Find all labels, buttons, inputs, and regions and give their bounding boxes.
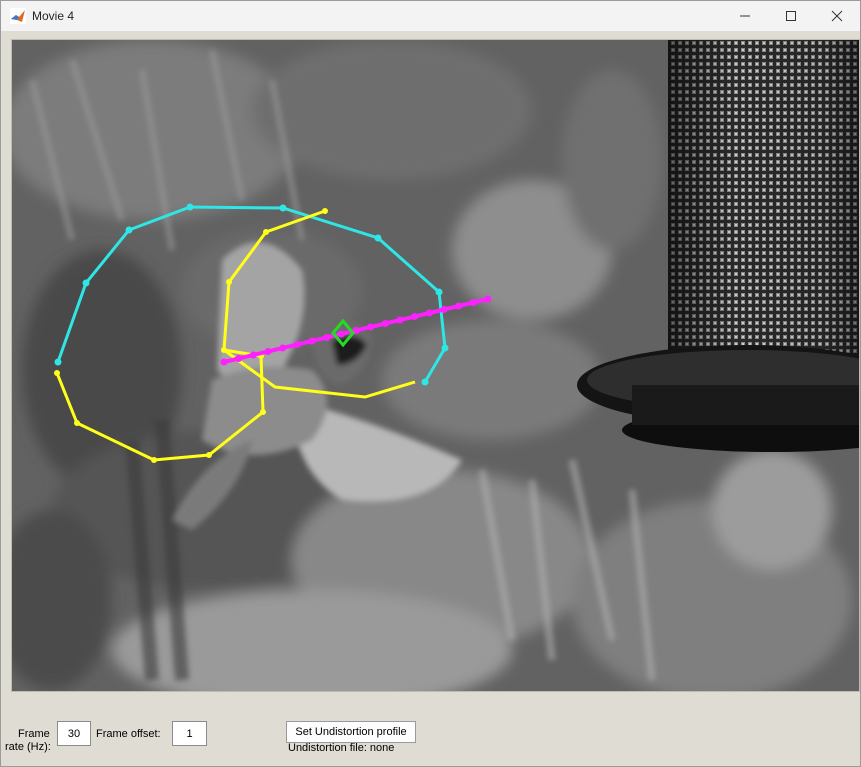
magenta-track-point [279,344,287,352]
yellow-track-point [74,420,80,426]
cyan-track-point [279,204,287,212]
close-button[interactable] [814,1,860,31]
cyan-track-point [441,344,449,352]
yellow-track-point [322,208,328,214]
magenta-track-point [235,355,243,362]
magenta-track-point [469,299,477,306]
minimize-icon [740,15,750,17]
set-undistortion-button[interactable]: Set Undistortion profile [286,721,416,743]
magenta-track-point [323,334,331,341]
magenta-track-point [308,337,316,345]
magenta-track-point [484,295,492,303]
maximize-icon [786,11,796,21]
frame-rate-label-2: rate (Hz): [5,741,51,753]
magenta-track-point [249,351,257,359]
cyan-track-point [421,378,429,386]
movie-window: Movie 4 Frame rate (Hz): 30 Frame offset… [0,0,861,767]
yellow-track-point [151,457,157,463]
yellow-track-point [263,229,269,235]
magenta-track-point [337,330,345,338]
maximize-button[interactable] [768,1,814,31]
window-title: Movie 4 [32,9,75,23]
cyan-track-point [186,203,194,211]
frame-rate-label-1: Frame [18,728,50,740]
cyan-track-point [54,358,62,366]
video-frame-axes[interactable] [11,39,860,692]
frame-offset-label: Frame offset: [96,728,161,740]
magenta-track-point [293,341,301,348]
matlab-icon [10,8,26,24]
magenta-track-point [396,316,404,324]
cyan-track-point [374,234,382,242]
undistortion-status: Undistortion file: none [288,742,395,754]
magenta-track-point [411,313,419,320]
magenta-track-point [381,320,389,327]
yellow-track-point [260,409,266,415]
yellow-track-point [206,452,212,458]
yellow-track-point [54,370,60,376]
yellow-track-point [226,279,232,285]
magenta-track-point [367,323,375,331]
minimize-button[interactable] [722,1,768,31]
close-icon [831,10,843,22]
frame-rate-input[interactable]: 30 [57,721,91,746]
magenta-track-point [455,302,463,310]
cyan-track-point [125,226,133,234]
cyan-track-point [435,288,443,296]
magenta-track-point [264,348,272,355]
magenta-track-point [440,306,448,313]
yellow-track-point [221,347,227,353]
magenta-track-point [425,309,433,317]
frame-offset-input[interactable]: 1 [172,721,207,746]
title-bar[interactable]: Movie 4 [1,1,860,31]
magenta-track-point [220,358,228,366]
cyan-track-point [82,279,90,287]
video-frame-image[interactable] [12,40,860,692]
